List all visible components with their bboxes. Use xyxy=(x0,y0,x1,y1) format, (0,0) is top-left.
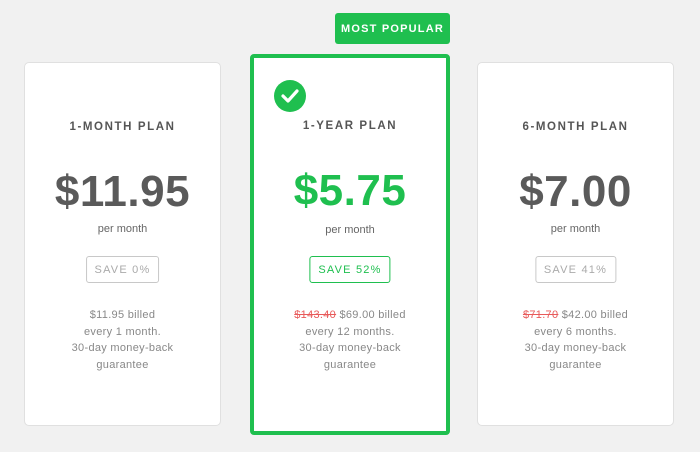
guarantee-text-2: guarantee xyxy=(323,358,377,371)
check-circle-icon xyxy=(274,80,306,112)
save-badge: SAVE 41% xyxy=(534,256,617,283)
billed-amount: $42.00 billed xyxy=(561,309,629,321)
billed-amount: $11.95 billed xyxy=(89,309,156,321)
guarantee-text-2: guarantee xyxy=(96,358,149,371)
guarantee-text: 30-day money-back xyxy=(524,342,627,354)
plan-price: $7.00 xyxy=(519,167,632,216)
billing-details: $11.95 billed every 1 month. 30-day mone… xyxy=(25,307,220,373)
price-period: per month xyxy=(325,224,375,236)
billing-details: $71.70 $42.00 billed every 6 months. 30-… xyxy=(478,307,673,373)
save-badge: SAVE 0% xyxy=(85,256,160,283)
guarantee-text-2: guarantee xyxy=(549,358,602,371)
price-period: per month xyxy=(550,223,601,235)
plan-title: 1-MONTH PLAN xyxy=(69,121,176,133)
plan-title: 6-MONTH PLAN xyxy=(522,121,629,133)
plan-card-1-year[interactable]: 1-YEAR PLAN $5.75 per month SAVE 52% $14… xyxy=(250,54,450,435)
original-price: $71.70 xyxy=(522,309,559,321)
plan-price: $5.75 xyxy=(293,166,407,215)
save-badge: SAVE 52% xyxy=(309,256,391,283)
billing-period: every 1 month. xyxy=(84,325,161,338)
plan-title: 1-YEAR PLAN xyxy=(302,120,398,132)
price-period: per month xyxy=(97,223,148,235)
guarantee-text: 30-day money-back xyxy=(299,342,401,354)
most-popular-badge: MOST POPULAR xyxy=(335,13,450,44)
billed-amount: $69.00 billed xyxy=(339,309,406,321)
plan-price: $11.95 xyxy=(54,167,191,216)
billing-period: every 6 months. xyxy=(534,325,617,338)
plan-card-6-month[interactable]: 6-MONTH PLAN $7.00 per month SAVE 41% $7… xyxy=(477,62,674,426)
billing-details: $143.40 $69.00 billed every 12 months. 3… xyxy=(254,307,446,373)
original-price: $143.40 xyxy=(294,309,337,321)
billing-period: every 12 months. xyxy=(305,325,395,338)
plan-card-1-month[interactable]: 1-MONTH PLAN $11.95 per month SAVE 0% $1… xyxy=(24,62,221,426)
guarantee-text: 30-day money-back xyxy=(71,342,174,354)
